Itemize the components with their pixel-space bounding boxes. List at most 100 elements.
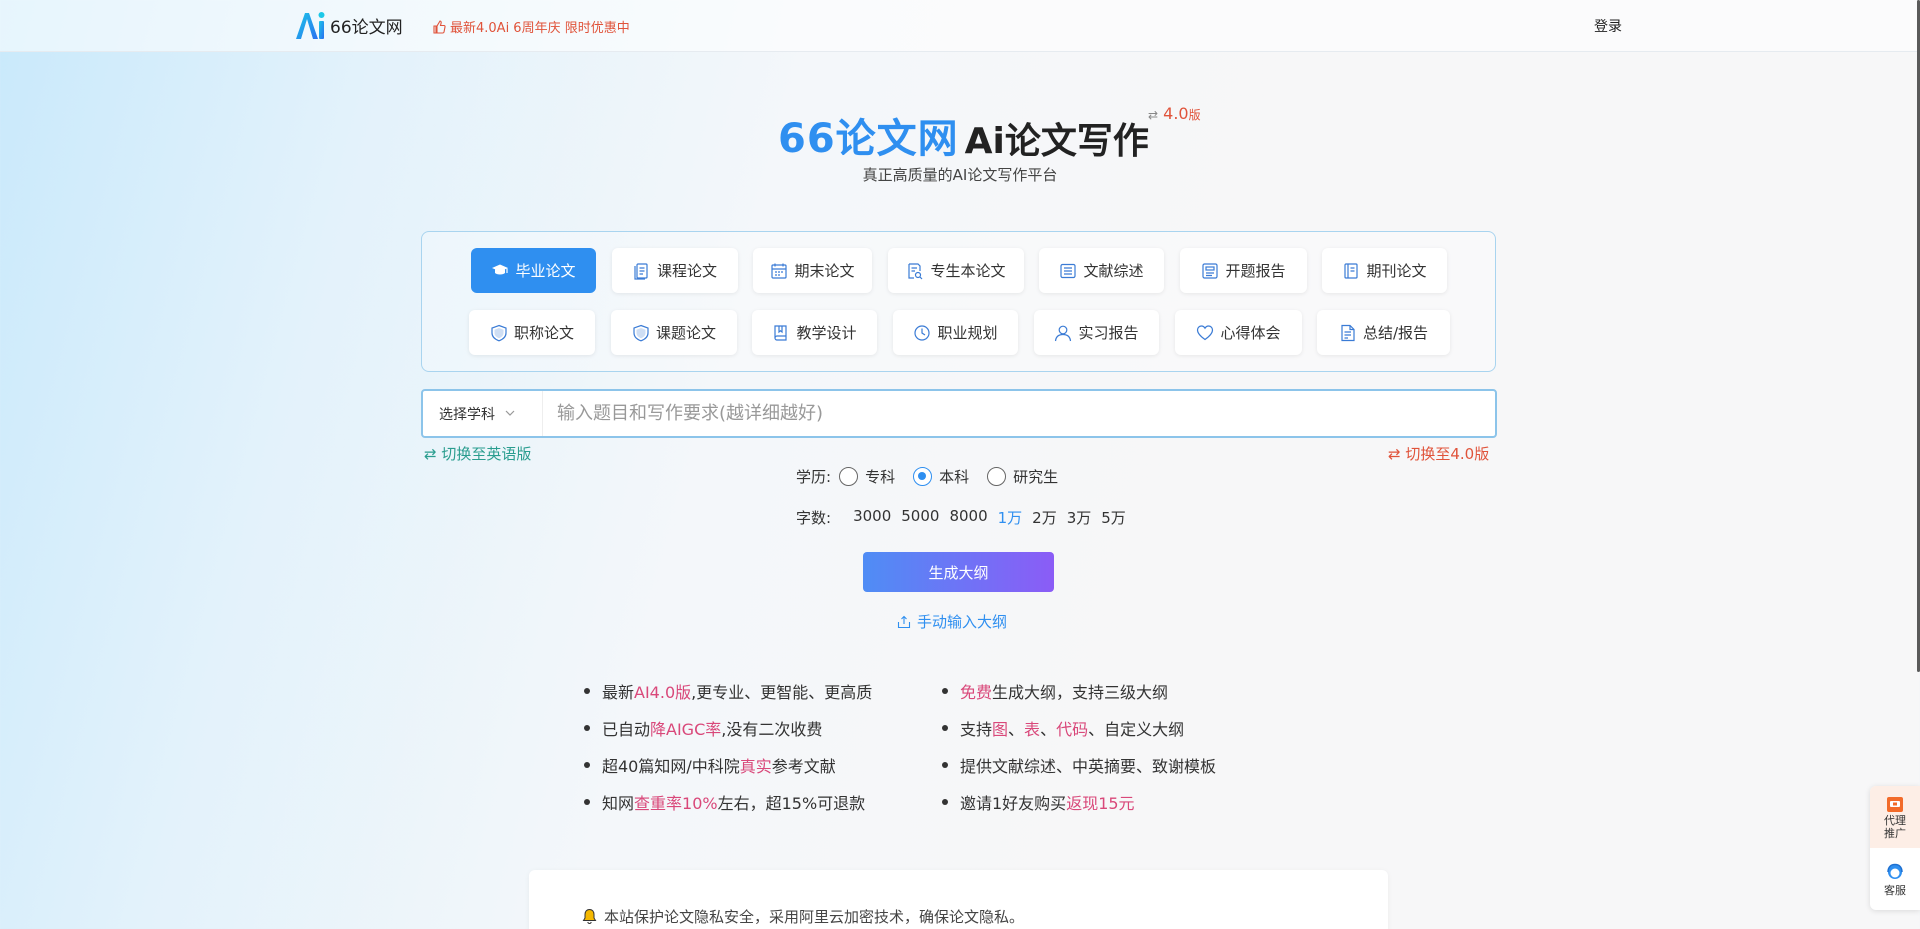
paper-type-label: 开题报告 [1225,262,1286,280]
paper-type-label: 文献综述 [1083,262,1144,280]
feature-text: 、自定义大纲 [1088,719,1185,739]
paper-type-chip[interactable]: 教学设计 [752,310,877,355]
paper-type-chip[interactable]: 心得体会 [1175,310,1302,355]
paper-type-chip[interactable]: 文献综述 [1039,248,1164,293]
word-count-option[interactable]: 3000 [853,507,891,528]
paper-type-chip[interactable]: 课题论文 [611,310,737,355]
education-radio[interactable]: 研究生 [987,466,1058,487]
version-badge: ⇄ 4.0版 [1148,104,1201,123]
radio-circle [913,467,933,486]
education-radio[interactable]: 本科 [913,466,969,487]
agent-promo-label: 代理推广 [1884,814,1906,840]
word-count-option[interactable]: 5万 [1101,507,1126,528]
paper-type-chip[interactable]: 期末论文 [753,248,872,293]
word-count-option[interactable]: 1万 [998,507,1023,528]
manual-outline-label: 手动输入大纲 [917,613,1008,631]
feature-item: 已自动 降AIGC率 ,没有二次收费 [584,709,872,746]
feature-text: 支持 [960,719,993,739]
version-number: 4.0 [1163,104,1189,123]
privacy-notice: 本站保护论文隐私安全，采用阿里云加密技术，确保论文隐私。 [581,906,1024,927]
agent-promo-button[interactable]: 代理推广 [1870,786,1920,848]
paper-type-chip[interactable]: 实习报告 [1034,310,1159,355]
shield-icon [632,324,656,342]
word-count-option[interactable]: 5000 [901,507,939,528]
feature-text: 邀请1好友购买 [960,793,1067,813]
feature-highlight: 真实 [739,756,772,776]
feature-item: 知网 查重率10% 左右，超15%可退款 [584,783,872,820]
shield-icon [490,324,514,342]
switch-v40-link[interactable]: ⇄ 切换至4.0版 [1388,443,1489,464]
title-brand: 66论文网 [778,116,959,162]
education-selector: 学历: 专科 本科 研究生 [796,466,1076,487]
top-header: 66论文网 最新4.0Ai 6周年庆 限时优惠中 登录 [0,0,1920,52]
site-logo[interactable]: 66论文网 [294,8,403,42]
chevron-down-icon [505,408,515,419]
education-radio[interactable]: 专科 [839,466,895,487]
word-count-label: 字数: [796,509,832,527]
feature-list-right: 免费 生成大纲，支持三级大纲 支持图、表、代码 、自定义大纲 提供文献综述、中英摘要、致… [942,672,1216,820]
paper-type-chip[interactable]: 职称论文 [469,310,595,355]
subject-select[interactable]: 选择学科 [423,391,543,436]
education-option-label: 专科 [865,468,896,486]
feature-text: 最新 [602,682,635,702]
page-subtitle: 真正高质量的AI论文写作平台 [0,164,1920,185]
paper-type-chip[interactable]: 毕业论文 [471,248,596,293]
summary-doc-icon [1339,324,1363,342]
paper-type-chip[interactable]: 期刊论文 [1322,248,1447,293]
feature-highlight: 免费 [960,682,993,702]
login-link[interactable]: 登录 [1594,16,1622,36]
feature-item: 免费 生成大纲，支持三级大纲 [942,672,1216,709]
headset-icon [1887,863,1903,879]
feature-text: 、 [1008,719,1025,739]
feature-text: 左右，超15%可退款 [717,793,866,813]
bell-icon [582,908,597,925]
switch-english-link[interactable]: ⇄ 切换至英语版 [424,443,531,464]
feature-text: 生成大纲，支持三级大纲 [992,682,1169,702]
promo-text: 最新4.0Ai 6周年庆 限时优惠中 [450,21,630,36]
feature-text: 知网 [602,793,635,813]
word-count-option[interactable]: 3万 [1067,507,1092,528]
document-icon [633,262,657,280]
word-count-option[interactable]: 2万 [1032,507,1057,528]
customer-service-label: 客服 [1884,883,1906,897]
calendar-icon [770,262,794,280]
paper-type-chip[interactable]: 专生本论文 [888,248,1024,293]
subtitle-text: 真正高质量的AI论文写作平台 [862,166,1058,184]
clock-icon [913,324,937,342]
subject-select-label: 选择学科 [439,406,495,423]
paper-type-label: 课题论文 [655,324,716,342]
feature-item: 提供文献综述、中英摘要、致谢模板 [942,746,1216,783]
paper-type-chip[interactable]: 开题报告 [1180,248,1307,293]
paper-type-label: 教学设计 [796,324,857,342]
feature-text: 、 [1040,719,1057,739]
feature-item: 最新 AI4.0版 ,更专业、更智能、更高质 [584,672,872,709]
feature-list-left: 最新 AI4.0版 ,更专业、更智能、更高质 已自动 降AIGC率 ,没有二次收费 超40篇… [584,672,872,820]
manual-outline-link[interactable]: 手动输入大纲 [897,611,1007,632]
book-icon [772,324,796,342]
paper-type-chip[interactable]: 职业规划 [893,310,1018,355]
feature-highlight: 返现15元 [1066,793,1135,813]
paper-type-label: 职称论文 [513,324,574,342]
heart-icon [1196,324,1220,342]
feature-text: ,更专业、更智能、更高质 [691,682,873,702]
paper-type-chip[interactable]: 总结/报告 [1317,310,1450,355]
logo-text: 66论文网 [330,17,403,38]
user-icon [1054,324,1078,342]
feature-text: 参考文献 [771,756,836,776]
privacy-text: 本站保护论文隐私安全，采用阿里云加密技术，确保论文隐私。 [604,908,1025,926]
topic-input[interactable] [543,391,1495,436]
feature-item: 超40篇知网/中科院 真实 参考文献 [584,746,872,783]
upload-icon [897,615,911,628]
gift-shop-icon [1887,797,1903,812]
feature-highlight: 查重率10% [634,793,718,813]
paper-type-label: 期刊论文 [1366,262,1427,280]
word-count-option[interactable]: 8000 [949,507,987,528]
paper-type-label: 专生本论文 [930,262,1006,280]
paper-type-chip[interactable]: 课程论文 [612,248,738,293]
journal-icon [1342,262,1366,280]
feature-highlight: 图 [992,719,1009,739]
customer-service-button[interactable]: 客服 [1870,848,1920,910]
education-option-label: 研究生 [1013,468,1059,486]
promo-banner[interactable]: 最新4.0Ai 6周年庆 限时优惠中 [432,17,630,36]
generate-outline-button[interactable]: 生成大纲 [863,552,1054,592]
